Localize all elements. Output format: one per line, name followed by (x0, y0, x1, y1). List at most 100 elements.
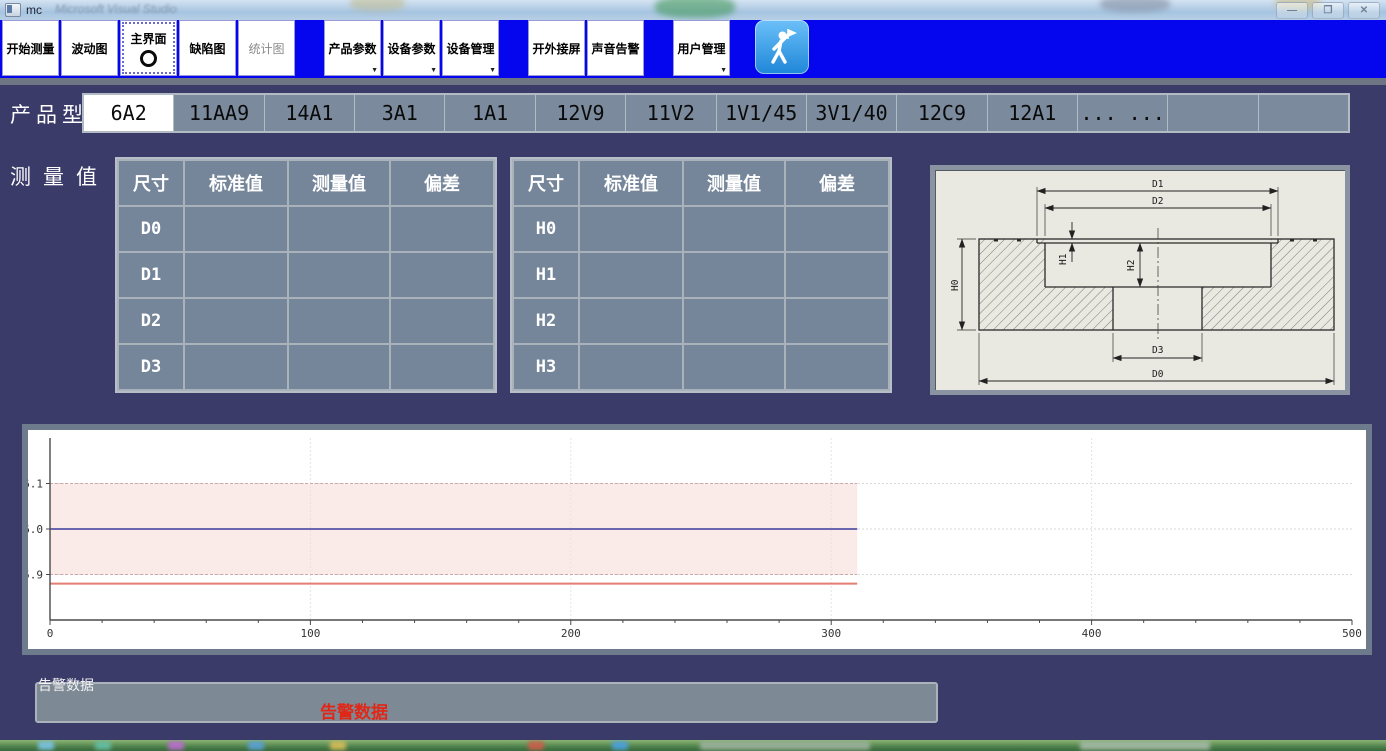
measured-value-cell (684, 253, 784, 297)
model-tab-empty-1[interactable] (1167, 94, 1258, 132)
toolbar-button-label: 主界面 (130, 30, 166, 47)
toolbar-button-device-management[interactable]: 设备管理 ▼ (442, 20, 499, 76)
table-row: H1 (514, 253, 888, 297)
toolbar: 开始测量波动图主界面缺陷图统计图产品参数▼设备参数▼设备管理▼开外接屏声音告警用… (0, 20, 1386, 78)
deviation-cell (391, 207, 493, 251)
column-header: 尺寸 (514, 161, 578, 205)
toolbar-button-statistics-chart[interactable]: 统计图 (238, 20, 295, 76)
dimension-label-cell: D2 (119, 299, 183, 343)
model-tab-empty-2[interactable] (1258, 94, 1349, 132)
taskbar-icon (330, 741, 346, 750)
taskbar-icon (612, 741, 628, 750)
toolbar-button-label: 波动图 (71, 40, 107, 57)
standard-value-cell (580, 207, 682, 251)
toolbar-button-label: 开始测量 (6, 40, 54, 57)
dimension-label-cell: H0 (514, 207, 578, 251)
toolbar-button-user-management[interactable]: 用户管理 ▼ (673, 20, 730, 76)
deviation-cell (786, 207, 888, 251)
standard-value-cell (185, 207, 287, 251)
column-header: 标准值 (580, 161, 682, 205)
toolbar-button-label: 设备管理 (446, 40, 494, 57)
model-tab-1a1[interactable]: 1A1 (444, 94, 535, 132)
deviation-cell (786, 299, 888, 343)
minimize-button[interactable]: — (1276, 2, 1308, 19)
model-tab-12v9[interactable]: 12V9 (535, 94, 626, 132)
y-tick-label: 5.9 (28, 569, 43, 582)
toolbar-button-start-measurement[interactable]: 开始测量 (2, 20, 59, 76)
x-tick-label: 0 (47, 627, 54, 640)
toolbar-button-open-external-screen[interactable]: 开外接屏 (528, 20, 585, 76)
title-bar: Microsoft Visual Studio mc — ❐ ✕ (0, 0, 1386, 20)
toolbar-button-label: 声音告警 (591, 40, 639, 57)
model-tab-12a1[interactable]: 12A1 (987, 94, 1078, 132)
trend-chart-panel: 01002003004005006.16.05.9 (22, 424, 1372, 655)
app-icon (5, 3, 21, 17)
standard-value-cell (580, 299, 682, 343)
taskbar-icon (700, 741, 870, 750)
dropdown-arrow-icon: ▼ (489, 67, 496, 74)
standard-value-cell (580, 345, 682, 389)
table-row: D1 (119, 253, 493, 297)
dim-label-d0: D0 (1152, 369, 1164, 380)
model-tab-11v2[interactable]: 11V2 (625, 94, 716, 132)
dimension-label-cell: D0 (119, 207, 183, 251)
taskbar-icon (95, 741, 111, 750)
table-row: H0 (514, 207, 888, 251)
alarm-message: 告警数据 (320, 698, 388, 723)
deviation-cell (786, 253, 888, 297)
model-tab-12c9[interactable]: 12C9 (896, 94, 987, 132)
standard-value-cell (580, 253, 682, 297)
screen-group: 开外接屏声音告警 (528, 20, 644, 76)
user-group: 用户管理 ▼ (673, 20, 730, 76)
dim-label-h2: H2 (1126, 260, 1137, 271)
desktop-ghost-blob (655, 0, 735, 18)
dim-label-d1: D1 (1152, 179, 1164, 190)
model-tab-3a1[interactable]: 3A1 (354, 94, 445, 132)
model-tab-14a1[interactable]: 14A1 (264, 94, 355, 132)
dim-label-d2: D2 (1152, 196, 1163, 207)
y-tick-label: 6.1 (28, 478, 43, 491)
model-tab-1v1-45[interactable]: 1V1/45 (716, 94, 807, 132)
measured-value-cell (289, 299, 389, 343)
dropdown-arrow-icon: ▼ (371, 67, 378, 74)
toolbar-button-label: 设备参数 (387, 40, 435, 57)
model-tab-11aa9[interactable]: 11AA9 (173, 94, 264, 132)
desktop-ghost-blob (1100, 0, 1170, 12)
x-tick-label: 500 (1342, 627, 1362, 640)
deviation-cell (391, 345, 493, 389)
column-header: 标准值 (185, 161, 287, 205)
measured-value-cell (684, 299, 784, 343)
column-header: 偏差 (391, 161, 493, 205)
toolbar-button-sound-alarm[interactable]: 声音告警 (587, 20, 644, 76)
toolbar-button-defect-chart[interactable]: 缺陷图 (179, 20, 236, 76)
toolbar-button-fluctuation-chart[interactable]: 波动图 (61, 20, 118, 76)
dropdown-arrow-icon: ▼ (720, 67, 727, 74)
toolbar-button-label: 统计图 (248, 40, 284, 57)
measured-value-cell (289, 207, 389, 251)
dimension-label-cell: H3 (514, 345, 578, 389)
model-tab-6a2[interactable]: 6A2 (83, 94, 174, 132)
measured-value-cell (684, 207, 784, 251)
deviation-cell (786, 345, 888, 389)
toolbar-button-device-params[interactable]: 设备参数▼ (383, 20, 440, 76)
toolbar-button-label: 开外接屏 (532, 40, 580, 57)
x-tick-label: 200 (561, 627, 581, 640)
toolbar-button-label: 用户管理 (677, 40, 725, 57)
dim-label-h0: H0 (950, 279, 961, 291)
dimension-table-d: 尺寸标准值测量值偏差D0D1D2D3 (115, 157, 497, 393)
model-tab-3v1-40[interactable]: 3V1/40 (806, 94, 897, 132)
standard-value-cell (185, 345, 287, 389)
table-row: H2 (514, 299, 888, 343)
toolbar-button-main-screen[interactable]: 主界面 (120, 20, 177, 76)
deviation-cell (391, 253, 493, 297)
alarm-data-panel: 告警数据 (35, 682, 938, 723)
close-button[interactable]: ✕ (1348, 2, 1380, 19)
taskbar-icon (168, 741, 184, 750)
toolbar-button-product-params[interactable]: 产品参数▼ (324, 20, 381, 76)
model-tab-more[interactable]: ... ... (1077, 94, 1168, 132)
dim-label-d3: D3 (1152, 345, 1163, 356)
taskbar-icon (38, 741, 54, 750)
walking-person-flag-icon[interactable] (755, 20, 809, 74)
params-group: 产品参数▼设备参数▼设备管理▼ (324, 20, 499, 76)
restore-button[interactable]: ❐ (1312, 2, 1344, 19)
